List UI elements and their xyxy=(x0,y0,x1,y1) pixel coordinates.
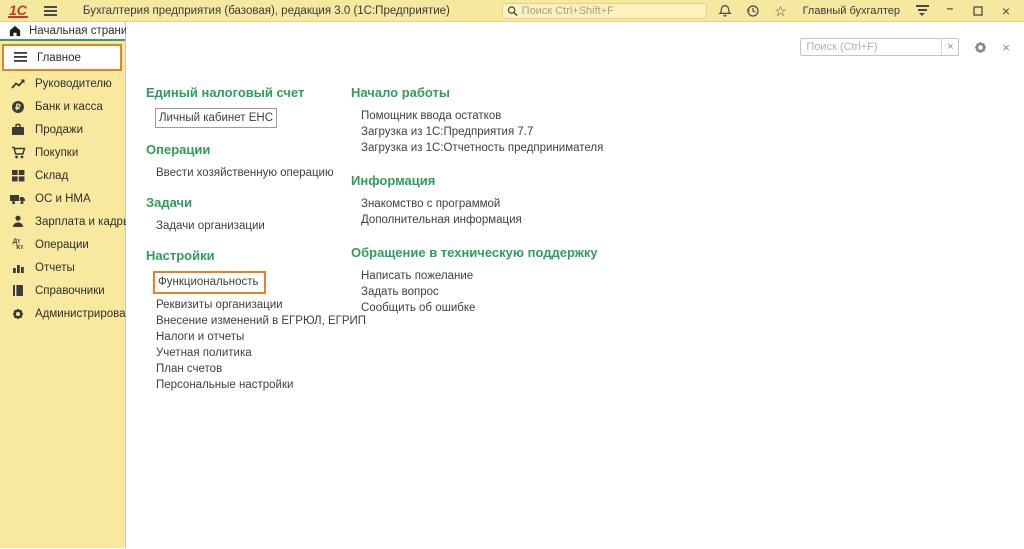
settings-gear-icon[interactable] xyxy=(973,40,988,55)
page-search-input[interactable] xyxy=(801,39,941,55)
section-tehpodderzhka: Обращение в техническую поддержку Написа… xyxy=(351,245,1024,316)
sidebar-item-label: Покупки xyxy=(35,147,78,159)
sidebar-item-sklad[interactable]: Склад xyxy=(0,164,125,187)
sidebar-item-pokupki[interactable]: Покупки xyxy=(0,141,125,164)
link-zadat-vopros[interactable]: Задать вопрос xyxy=(351,284,1024,300)
sidebar-item-label: Руководителю xyxy=(35,78,112,90)
section-zadachi: Задачи Задачи организации xyxy=(146,195,351,234)
sidebar-item-os-i-nma[interactable]: ОС и НМА xyxy=(0,187,125,210)
1c-logo: 1С xyxy=(8,4,28,18)
sidebar-item-home[interactable]: Начальная страница xyxy=(0,22,125,41)
person-icon xyxy=(10,214,26,229)
sidebar-item-rukovoditelyu[interactable]: Руководителю xyxy=(0,72,125,95)
link-zadachi-organizacii[interactable]: Задачи организации xyxy=(146,218,351,234)
sidebar-item-otchety[interactable]: Отчеты xyxy=(0,256,125,279)
sidebar-item-label: Отчеты xyxy=(35,262,75,274)
link-zagruzka-iz-1c-77[interactable]: Загрузка из 1С:Предприятия 7.7 xyxy=(351,124,1024,140)
bar-chart-icon xyxy=(10,260,26,275)
svg-text:₽: ₽ xyxy=(15,102,21,112)
pallet-icon xyxy=(10,168,26,183)
minimize-button[interactable]: – xyxy=(940,2,960,20)
link-personalnye-nastrojki[interactable]: Персональные настройки xyxy=(146,377,351,393)
start-page-right-column: Начало работы Помощник ввода остатков За… xyxy=(351,85,1024,407)
sidebar-item-prodazhi[interactable]: Продажи xyxy=(0,118,125,141)
start-page-left-column: Единый налоговый счет Личный кабинет ЕНС… xyxy=(146,85,351,407)
link-znakomstvo-s-programmoj[interactable]: Знакомство с программой xyxy=(351,196,1024,212)
link-plan-schetov[interactable]: План счетов xyxy=(146,361,351,377)
search-icon xyxy=(507,5,518,17)
page-search-box[interactable]: × xyxy=(800,38,959,56)
sidebar-item-label: Продажи xyxy=(35,124,83,136)
cart-icon xyxy=(10,145,26,160)
history-icon[interactable] xyxy=(743,2,763,20)
sidebar-item-label: Склад xyxy=(35,170,68,182)
sidebar-item-label: Справочники xyxy=(35,285,105,297)
section-nachalo-raboty: Начало работы Помощник ввода остатков За… xyxy=(351,85,1024,156)
section-title[interactable]: Обращение в техническую поддержку xyxy=(351,245,1024,260)
section-title[interactable]: Начало работы xyxy=(351,85,1024,100)
sidebar-item-operacii[interactable]: Дт Кт Операции xyxy=(0,233,125,256)
section-title[interactable]: Единый налоговый счет xyxy=(146,85,351,100)
sidebar-item-glavnoe[interactable]: Главное xyxy=(2,44,122,71)
section-title[interactable]: Операции xyxy=(146,142,351,157)
start-page: × × Единый налоговый счет Личный кабинет… xyxy=(126,22,1024,548)
title-bar: 1С Бухгалтерия предприятия (базовая), ре… xyxy=(0,0,1024,22)
notifications-bell-icon[interactable] xyxy=(715,2,735,20)
gear-icon xyxy=(10,306,26,321)
sidebar-item-label: Банк и касса xyxy=(35,101,103,113)
sidebar-item-label: ОС и НМА xyxy=(35,193,91,205)
link-zagruzka-iz-1c-otchetnost[interactable]: Загрузка из 1С:Отчетность предпринимател… xyxy=(351,140,1024,156)
section-title[interactable]: Информация xyxy=(351,173,1024,188)
truck-icon xyxy=(10,191,26,206)
close-page-icon[interactable]: × xyxy=(1002,41,1010,54)
link-rekvizity-organizacii[interactable]: Реквизиты организации xyxy=(146,297,351,313)
user-role-label: Главный бухгалтер xyxy=(803,5,900,17)
link-funkcionalnost[interactable]: Функциональность xyxy=(146,271,351,294)
section-nastrojki: Настройки Функциональность Реквизиты орг… xyxy=(146,248,351,393)
window-title: Бухгалтерия предприятия (базовая), редак… xyxy=(83,5,450,17)
main-menu-icon[interactable] xyxy=(44,6,57,16)
section-informaciya: Информация Знакомство с программой Допол… xyxy=(351,173,1024,228)
link-pomoshchnik-vvoda-ostatkov[interactable]: Помощник ввода остатков xyxy=(351,108,1024,124)
favorites-star-icon[interactable]: ☆ xyxy=(771,2,791,20)
sections-panel: Начальная страница Главное xyxy=(0,22,126,548)
service-menu-icon[interactable] xyxy=(912,2,932,20)
home-icon xyxy=(7,23,23,38)
sidebar-item-zarplata-i-kadry[interactable]: Зарплата и кадры xyxy=(0,210,125,233)
sidebar-item-bank-i-kassa[interactable]: ₽ Банк и касса xyxy=(0,95,125,118)
section-operacii: Операции Ввести хозяйственную операцию xyxy=(146,142,351,181)
section-title[interactable]: Настройки xyxy=(146,248,351,263)
link-lichnyj-kabinet-ens[interactable]: Личный кабинет ЕНС xyxy=(146,108,351,128)
sidebar-item-spravochniki[interactable]: Справочники xyxy=(0,279,125,302)
sidebar-item-label: Операции xyxy=(35,239,89,251)
link-dopolnitelnaya-informaciya[interactable]: Дополнительная информация xyxy=(351,212,1024,228)
link-vvesti-operaciyu[interactable]: Ввести хозяйственную операцию xyxy=(146,165,351,181)
global-search-input[interactable] xyxy=(522,5,702,17)
link-soobshchit-ob-oshibke[interactable]: Сообщить об ошибке xyxy=(351,300,1024,316)
sidebar-item-administrirovanie[interactable]: Администрирование xyxy=(0,302,125,325)
book-icon xyxy=(10,283,26,298)
dtkt-icon: Дт Кт xyxy=(10,237,26,252)
link-uchetnaya-politika[interactable]: Учетная политика xyxy=(146,345,351,361)
coin-icon: ₽ xyxy=(10,99,26,114)
section-title[interactable]: Задачи xyxy=(146,195,351,210)
sidebar-item-label: Начальная страница xyxy=(29,25,140,37)
link-napisat-pozhelanie[interactable]: Написать пожелание xyxy=(351,268,1024,284)
restore-button[interactable] xyxy=(968,2,988,20)
link-nalogi-i-otchety[interactable]: Налоги и отчеты xyxy=(146,329,351,345)
global-search-box[interactable] xyxy=(502,3,707,19)
link-vnesenie-izmenenij[interactable]: Внесение изменений в ЕГРЮЛ, ЕГРИП xyxy=(146,313,351,329)
clear-search-icon[interactable]: × xyxy=(941,39,958,55)
menu-lines-icon xyxy=(12,50,28,65)
sidebar-item-label: Зарплата и кадры xyxy=(35,216,131,228)
sidebar-item-label: Главное xyxy=(37,52,81,64)
trend-icon xyxy=(10,76,26,91)
section-ens: Единый налоговый счет Личный кабинет ЕНС xyxy=(146,85,351,128)
close-button[interactable]: × xyxy=(996,2,1016,20)
briefcase-icon xyxy=(10,122,26,137)
